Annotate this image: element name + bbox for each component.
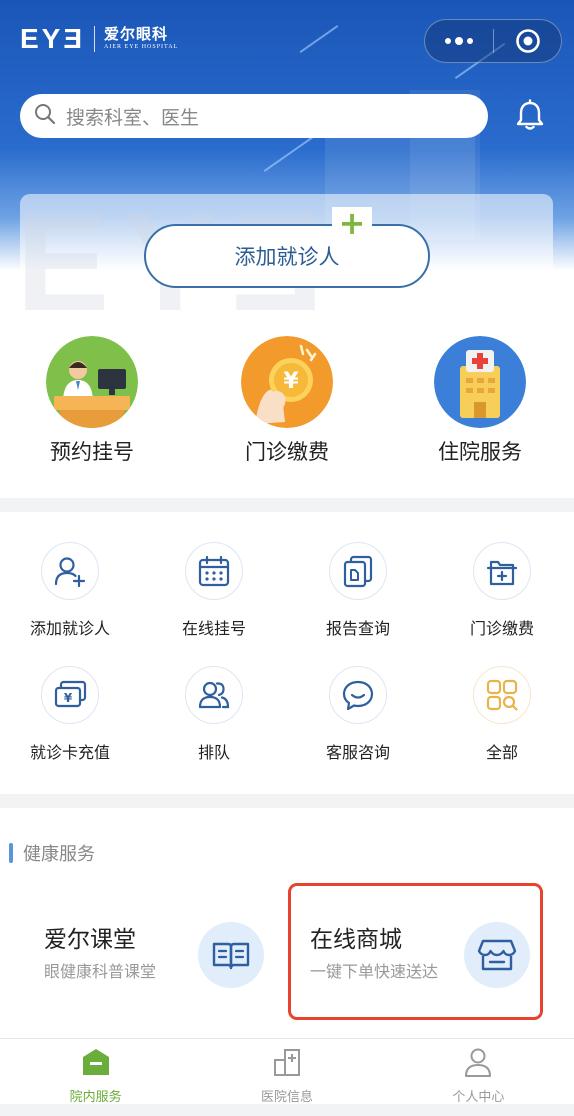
open-book-icon bbox=[198, 922, 264, 988]
service-label: 门诊缴费 bbox=[245, 440, 329, 464]
plus-icon: + bbox=[332, 207, 372, 239]
card-subtitle: 眼健康科普课堂 bbox=[44, 962, 157, 981]
hospital-building-icon bbox=[434, 336, 526, 428]
add-patient-card: EYƎ 添加就诊人 + bbox=[20, 194, 553, 322]
search-input[interactable]: 搜索科室、医生 bbox=[66, 103, 199, 130]
grid-label: 添加就诊人 bbox=[29, 619, 110, 638]
search-icon bbox=[34, 103, 56, 129]
svg-text:¥: ¥ bbox=[283, 369, 299, 394]
highlight-box bbox=[288, 883, 543, 1020]
grid-label: 报告查询 bbox=[325, 619, 390, 638]
tab-personal-center[interactable]: 个人中心 bbox=[383, 1039, 574, 1105]
grid-item-outpatient-payment[interactable]: 门诊缴费 bbox=[442, 542, 562, 639]
service-label: 住院服务 bbox=[438, 440, 522, 464]
more-dots-icon[interactable] bbox=[425, 20, 493, 62]
report-icon bbox=[329, 542, 387, 600]
person-icon bbox=[462, 1046, 494, 1082]
tab-label: 院内服务 bbox=[69, 1090, 122, 1105]
grid-label: 门诊缴费 bbox=[469, 619, 534, 638]
logo-english-name: AIER EYE HOSPITAL bbox=[104, 44, 179, 50]
grid-label: 就诊卡充值 bbox=[29, 743, 110, 762]
chat-bubble-icon bbox=[329, 666, 387, 724]
primary-services: 预约挂号 ¥ 门诊缴费 住院服务 bbox=[0, 322, 574, 498]
card-title: 爱尔课堂 bbox=[44, 927, 136, 953]
logo-mark: EYƎ bbox=[20, 23, 86, 54]
all-apps-icon bbox=[473, 666, 531, 724]
grid-item-all[interactable]: 全部 bbox=[442, 666, 562, 763]
hospital-info-icon bbox=[271, 1046, 303, 1082]
grid-label: 排队 bbox=[197, 743, 230, 762]
hospital-logo: EYƎ 爱尔眼科 AIER EYE HOSPITAL bbox=[20, 24, 178, 54]
bottom-tab-bar: 院内服务 医院信息 个人中心 bbox=[0, 1038, 574, 1105]
queue-people-icon bbox=[185, 666, 243, 724]
grid-item-add-patient[interactable]: 添加就诊人 bbox=[10, 542, 130, 639]
section-accent-bar bbox=[9, 843, 13, 863]
payment-box-icon bbox=[473, 542, 531, 600]
svg-text:¥: ¥ bbox=[64, 691, 73, 705]
service-payment[interactable]: ¥ 门诊缴费 bbox=[217, 336, 357, 466]
tab-hospital-service[interactable]: 院内服务 bbox=[0, 1039, 191, 1105]
bell-icon[interactable] bbox=[512, 97, 548, 133]
miniprogram-capsule bbox=[424, 19, 562, 63]
tab-label: 医院信息 bbox=[260, 1090, 313, 1105]
target-close-icon[interactable] bbox=[494, 20, 561, 62]
section-header: 健康服务 bbox=[9, 840, 95, 866]
card-recharge-icon: ¥ bbox=[41, 666, 99, 724]
quick-services-grid: 添加就诊人 在线挂号 报告查询 门诊缴费 ¥ 就诊卡充值 排队 客服咨询 全部 bbox=[0, 512, 574, 794]
grid-item-report-query[interactable]: 报告查询 bbox=[298, 542, 418, 639]
section-title: 健康服务 bbox=[23, 844, 95, 865]
grid-item-queue[interactable]: 排队 bbox=[154, 666, 274, 763]
hospital-service-icon bbox=[80, 1046, 112, 1082]
service-inpatient[interactable]: 住院服务 bbox=[410, 336, 550, 466]
logo-divider bbox=[94, 26, 96, 52]
grid-item-card-recharge[interactable]: ¥ 就诊卡充值 bbox=[10, 666, 130, 763]
light-streak bbox=[299, 24, 339, 54]
card-aier-classroom[interactable]: 爱尔课堂 眼健康科普课堂 bbox=[22, 884, 272, 1018]
add-user-icon bbox=[41, 542, 99, 600]
doctor-desk-icon bbox=[46, 336, 138, 428]
grid-label: 全部 bbox=[485, 743, 518, 762]
tab-label: 个人中心 bbox=[452, 1090, 505, 1105]
grid-item-online-register[interactable]: 在线挂号 bbox=[154, 542, 274, 639]
yuan-coin-icon: ¥ bbox=[241, 336, 333, 428]
tab-hospital-info[interactable]: 医院信息 bbox=[191, 1039, 382, 1105]
grid-label: 在线挂号 bbox=[181, 619, 246, 638]
logo-text: 爱尔眼科 AIER EYE HOSPITAL bbox=[104, 26, 178, 52]
grid-label: 客服咨询 bbox=[325, 743, 390, 762]
logo-chinese-name: 爱尔眼科 bbox=[104, 25, 169, 43]
search-bar[interactable]: 搜索科室、医生 bbox=[20, 94, 488, 138]
service-appointment[interactable]: 预约挂号 bbox=[22, 336, 162, 466]
grid-item-customer-service[interactable]: 客服咨询 bbox=[298, 666, 418, 763]
calendar-icon bbox=[185, 542, 243, 600]
add-patient-button[interactable]: 添加就诊人 bbox=[144, 224, 430, 288]
service-label: 预约挂号 bbox=[50, 440, 134, 464]
